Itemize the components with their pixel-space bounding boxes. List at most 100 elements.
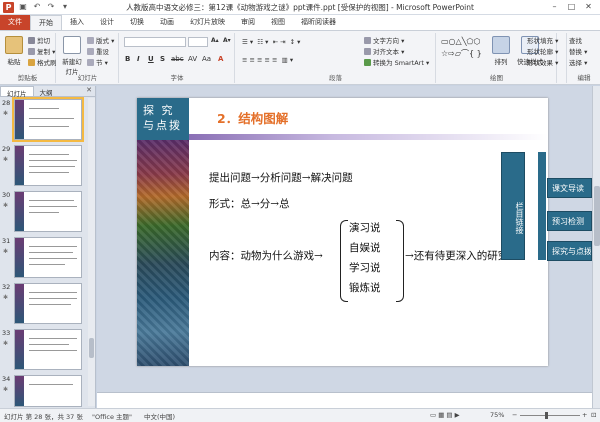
section-button[interactable]: 节 ▾ bbox=[87, 58, 108, 68]
select-button[interactable]: 选择 ▾ bbox=[569, 58, 587, 68]
smartart-button[interactable]: 转换为 SmartArt ▾ bbox=[364, 58, 429, 68]
strikethrough-button[interactable]: abc bbox=[171, 55, 184, 63]
underline-button[interactable]: U bbox=[148, 55, 154, 63]
thumbnail-image bbox=[14, 283, 82, 324]
tab-transitions[interactable]: 切换 bbox=[122, 15, 152, 30]
scrollbar-thumb[interactable] bbox=[594, 186, 600, 246]
shape-effects-button[interactable]: 形状效果 ▾ bbox=[527, 58, 558, 68]
thumbnail-image bbox=[14, 145, 82, 186]
italic-button[interactable]: I bbox=[137, 55, 140, 63]
tab-foxit[interactable]: 福昕阅读器 bbox=[293, 15, 344, 30]
window-title: 人教版高中语文必修三：第12课《动物游戏之谜》ppt课件.ppt [受保护的视图… bbox=[126, 3, 474, 12]
zoom-slider-thumb[interactable] bbox=[545, 412, 548, 419]
animation-star-icon: ✱ bbox=[3, 156, 9, 163]
shapes-gallery[interactable]: ▭○△╲⬠⬡ bbox=[441, 37, 480, 47]
zoom-slider[interactable] bbox=[520, 415, 580, 416]
layout-button[interactable]: 版式 ▾ bbox=[87, 36, 114, 46]
align-text-button[interactable]: 对齐文本 ▾ bbox=[364, 47, 404, 57]
reset-button[interactable]: 重设 bbox=[87, 47, 109, 57]
tab-insert[interactable]: 插入 bbox=[62, 15, 92, 30]
close-button[interactable]: ✕ bbox=[581, 1, 596, 13]
status-bar: 幻灯片 第 28 张，共 37 张 "Office 主题" 中文(中国) ▭ ▦… bbox=[0, 408, 600, 422]
theory-item: 学习说 bbox=[349, 262, 381, 274]
shrink-font-button[interactable]: A▾ bbox=[223, 37, 231, 44]
group-label: 字体 bbox=[170, 74, 184, 82]
zoom-in-icon[interactable]: + bbox=[582, 411, 587, 419]
thumbnail-image bbox=[14, 237, 82, 278]
bullets-button[interactable]: ☰ ▾ ☷ ▾ ⇤ ⇥ ↕ ▾ bbox=[242, 37, 300, 47]
scrollbar-thumb[interactable] bbox=[89, 338, 94, 358]
fit-to-window-icon[interactable]: ⊡ bbox=[591, 411, 596, 419]
nav-button-guide[interactable]: 课文导读 bbox=[547, 178, 592, 198]
group-slides: 新建幻灯片 版式 ▾ 重设 节 ▾ 幻灯片 bbox=[57, 33, 119, 83]
thumbnail-image bbox=[12, 97, 84, 142]
close-pane-icon[interactable]: ✕ bbox=[83, 86, 95, 96]
font-color-button[interactable]: A bbox=[218, 55, 223, 63]
slide-editor: 探 究 与点拨 2．结构图解 提出问题→分析问题→解决问题 形式：总→分→总 内… bbox=[97, 86, 592, 408]
tab-review[interactable]: 审阅 bbox=[233, 15, 263, 30]
thumbnail-image bbox=[14, 375, 82, 407]
format-painter-button[interactable]: 格式刷 bbox=[28, 58, 57, 68]
text-direction-button[interactable]: 文字方向 ▾ bbox=[364, 36, 404, 46]
tab-animations[interactable]: 动画 bbox=[152, 15, 182, 30]
tab-file[interactable]: 文件 bbox=[0, 15, 30, 30]
group-label: 剪贴板 bbox=[17, 74, 38, 82]
thumbnail-28[interactable]: 28 ✱ bbox=[0, 97, 88, 142]
group-font: A▴ A▾ B I U S abc AV Aa A 字体 bbox=[120, 33, 235, 83]
thumbnail-32[interactable]: 32 ✱ bbox=[0, 282, 88, 326]
thumbnails-scrollbar[interactable] bbox=[88, 98, 95, 406]
ribbon: 粘贴 剪切 复制 ▾ 格式刷 剪贴板 新建幻灯片 版式 ▾ 重设 节 ▾ 幻灯片… bbox=[0, 30, 600, 85]
minimize-button[interactable]: – bbox=[547, 1, 562, 13]
cut-button[interactable]: 剪切 bbox=[28, 36, 50, 46]
align-buttons[interactable]: ≡ ≡ ≡ ≡ ≡ ▥ ▾ bbox=[242, 55, 293, 65]
font-name-combo[interactable] bbox=[124, 37, 186, 47]
thumbnail-33[interactable]: 33 ✱ bbox=[0, 328, 88, 372]
view-buttons[interactable]: ▭ ▦ ▤ ▶ bbox=[430, 411, 460, 419]
tab-home[interactable]: 开始 bbox=[30, 15, 62, 30]
arrange-icon bbox=[492, 36, 510, 54]
group-editing: 查找 替换 ▾ 选择 ▾ 编辑 bbox=[568, 33, 600, 83]
grow-font-button[interactable]: A▴ bbox=[211, 37, 219, 44]
tab-view[interactable]: 视图 bbox=[263, 15, 293, 30]
shape-fill-button[interactable]: 形状填充 ▾ bbox=[527, 36, 558, 46]
pane-tabs: 幻灯片 大纲 ✕ bbox=[0, 86, 95, 98]
thumbnail-image bbox=[14, 329, 82, 370]
shapes-gallery-row2[interactable]: ☆⇨▱⌒{ } bbox=[441, 49, 482, 59]
language-indicator[interactable]: 中文(中国) bbox=[144, 411, 175, 421]
thumbnail-31[interactable]: 31 ✱ bbox=[0, 236, 88, 280]
group-clipboard: 粘贴 剪切 复制 ▾ 格式刷 剪贴板 bbox=[0, 33, 57, 83]
thumbnail-29[interactable]: 29 ✱ bbox=[0, 144, 88, 188]
nav-button-explore[interactable]: 探究与点拨 bbox=[547, 241, 592, 261]
slide-canvas[interactable]: 探 究 与点拨 2．结构图解 提出问题→分析问题→解决问题 形式：总→分→总 内… bbox=[137, 98, 548, 366]
zoom-out-icon[interactable]: − bbox=[512, 411, 517, 419]
maximize-button[interactable]: □ bbox=[564, 1, 579, 13]
char-spacing-button[interactable]: AV bbox=[188, 55, 197, 63]
tab-design[interactable]: 设计 bbox=[92, 15, 122, 30]
font-size-combo[interactable] bbox=[188, 37, 208, 47]
copy-button[interactable]: 复制 ▾ bbox=[28, 47, 55, 57]
thumbnail-30[interactable]: 30 ✱ bbox=[0, 190, 88, 234]
decorative-image bbox=[137, 140, 189, 366]
slide-scrollbar[interactable] bbox=[592, 86, 600, 408]
paste-button[interactable]: 粘贴 bbox=[2, 36, 26, 66]
tab-outline[interactable]: 大纲 bbox=[34, 86, 59, 97]
notes-pane[interactable] bbox=[97, 392, 592, 408]
column-link-tab[interactable]: 栏目链接 bbox=[501, 152, 525, 260]
nav-button-preview[interactable]: 预习检测 bbox=[547, 211, 592, 231]
group-paragraph: ☰ ▾ ☷ ▾ ⇤ ⇥ ↕ ▾ ≡ ≡ ≡ ≡ ≡ ▥ ▾ 文字方向 ▾ 对齐文… bbox=[236, 33, 436, 83]
shape-outline-button[interactable]: 形状轮廓 ▾ bbox=[527, 47, 558, 57]
bold-button[interactable]: B bbox=[125, 55, 130, 63]
tab-slideshow[interactable]: 幻灯片放映 bbox=[182, 15, 233, 30]
group-label: 幻灯片 bbox=[77, 74, 98, 82]
find-button[interactable]: 查找 bbox=[569, 36, 582, 46]
shadow-button[interactable]: S bbox=[160, 55, 165, 63]
group-label: 编辑 bbox=[577, 74, 591, 82]
new-slide-button[interactable]: 新建幻灯片 bbox=[60, 36, 84, 76]
reset-icon bbox=[87, 48, 94, 55]
arrange-button[interactable]: 排列 bbox=[489, 36, 513, 66]
tab-slides[interactable]: 幻灯片 bbox=[0, 86, 34, 98]
smartart-icon bbox=[364, 59, 371, 66]
change-case-button[interactable]: Aa bbox=[202, 55, 211, 63]
replace-button[interactable]: 替换 ▾ bbox=[569, 47, 587, 57]
zoom-level[interactable]: 75% bbox=[490, 411, 504, 419]
